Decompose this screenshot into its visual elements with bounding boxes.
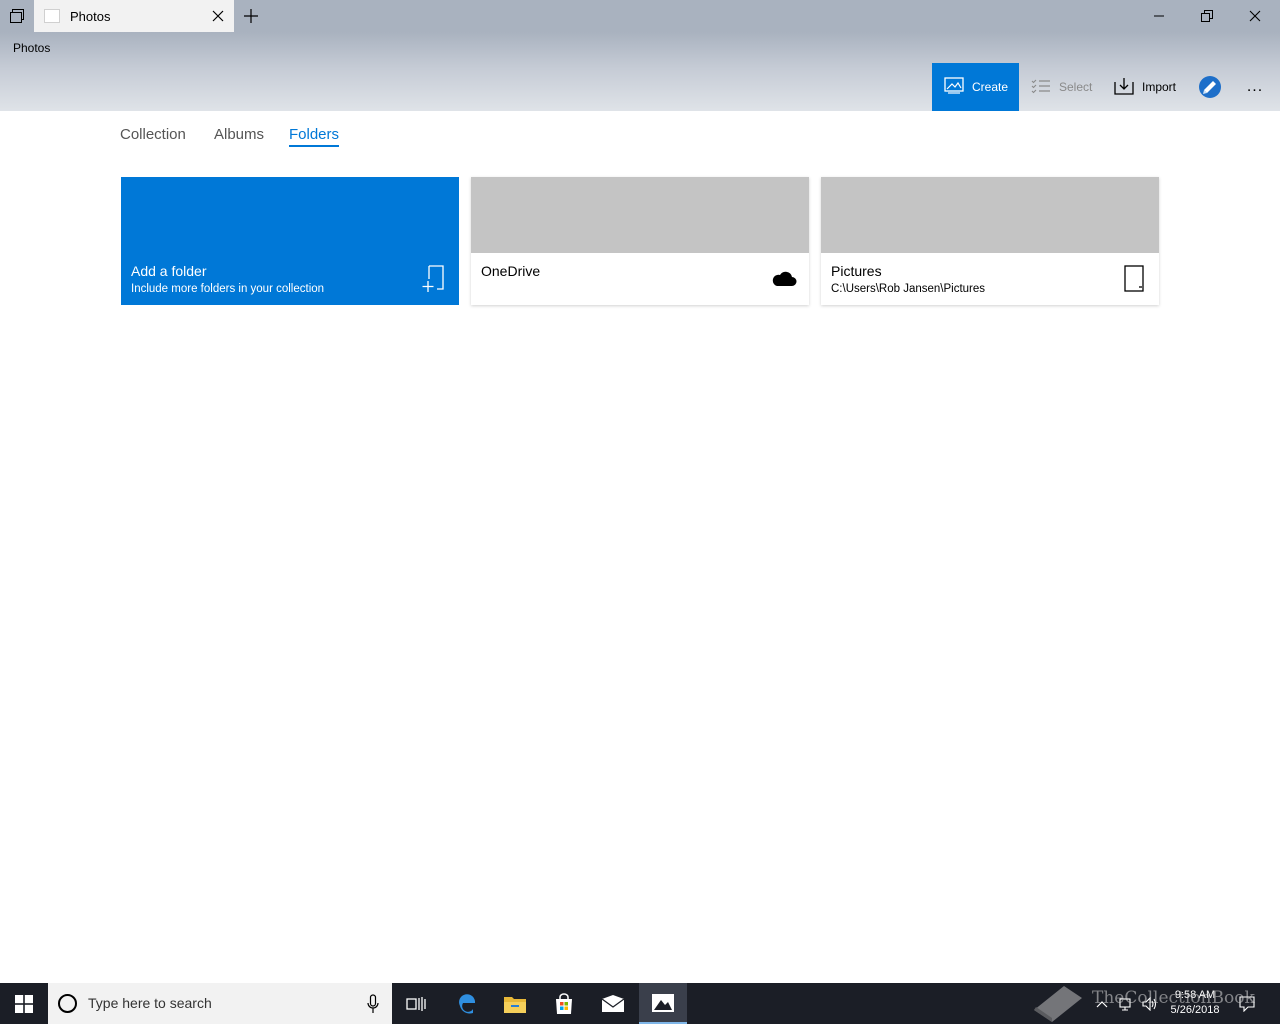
import-icon — [1114, 77, 1134, 98]
folder-thumbnail — [821, 177, 1159, 253]
import-label: Import — [1142, 80, 1177, 94]
store-icon[interactable] — [540, 983, 588, 1024]
select-list-icon — [1031, 78, 1051, 97]
taskbar-clock[interactable]: 9:58 AM 5/26/2018 — [1160, 988, 1230, 1018]
tab-folders[interactable]: Folders — [289, 126, 340, 147]
restore-button[interactable] — [1184, 0, 1230, 32]
folder-title: Pictures — [831, 263, 882, 279]
volume-icon[interactable] — [1140, 983, 1160, 1024]
task-view-icon[interactable] — [392, 983, 440, 1024]
tab-switcher-icon[interactable] — [0, 0, 34, 32]
file-explorer-icon[interactable] — [491, 983, 539, 1024]
folder-tile-onedrive[interactable]: OneDrive — [471, 177, 809, 305]
show-hidden-icons-chevron-icon[interactable] — [1094, 983, 1110, 1024]
cortana-icon[interactable] — [58, 994, 77, 1013]
action-center-icon[interactable] — [1236, 983, 1258, 1024]
folder-tile-pictures[interactable]: Pictures C:\Users\Rob Jansen\Pictures — [821, 177, 1159, 305]
create-button[interactable]: Create — [932, 63, 1019, 111]
photos-taskbar-icon[interactable] — [639, 983, 687, 1024]
create-label: Create — [972, 80, 1009, 94]
add-folder-tile[interactable]: Add a folder Include more folders in you… — [121, 177, 459, 305]
more-options-button[interactable]: ... — [1240, 63, 1270, 111]
cloud-icon — [771, 265, 797, 293]
close-tab-icon[interactable] — [208, 6, 228, 26]
clock-time: 9:58 AM — [1174, 989, 1216, 1001]
edge-icon[interactable] — [443, 983, 491, 1024]
mail-icon[interactable] — [589, 983, 637, 1024]
taskbar-search[interactable]: Type here to search — [48, 983, 392, 1024]
app-title: Photos — [13, 41, 51, 55]
new-tab-icon[interactable] — [240, 5, 262, 27]
title-bar: Photos — [0, 0, 1280, 32]
network-icon[interactable] — [1116, 983, 1136, 1024]
tab-title: Photos — [70, 8, 111, 24]
select-button[interactable]: Select — [1031, 63, 1092, 111]
account-avatar-icon[interactable] — [1198, 63, 1224, 111]
microphone-icon[interactable] — [366, 994, 380, 1014]
add-folder-icon — [421, 265, 447, 293]
select-label: Select — [1059, 80, 1093, 94]
photos-tab-icon — [44, 9, 60, 23]
folder-title: OneDrive — [481, 263, 541, 279]
import-button[interactable]: Import — [1114, 63, 1176, 111]
add-folder-title: Add a folder — [131, 263, 207, 279]
close-window-button[interactable] — [1232, 0, 1278, 32]
taskbar: Type here to search 9:58 AM 5/26/2018 — [0, 983, 1280, 1024]
tab-photos[interactable]: Photos — [34, 0, 234, 32]
device-folder-icon — [1121, 265, 1147, 293]
start-button[interactable] — [0, 983, 48, 1024]
tab-albums[interactable]: Albums — [214, 126, 264, 145]
create-icon — [944, 76, 964, 98]
folder-subtitle: C:\Users\Rob Jansen\Pictures — [831, 283, 986, 295]
search-placeholder: Type here to search — [88, 995, 212, 1011]
add-folder-subtitle: Include more folders in your collection — [131, 283, 325, 295]
app-header: Photos Create Select Import ... — [0, 32, 1280, 111]
folder-thumbnail — [471, 177, 809, 253]
clock-date: 5/26/2018 — [1170, 1004, 1220, 1016]
windows-logo-icon — [15, 994, 33, 1013]
tab-collection[interactable]: Collection — [120, 126, 186, 145]
minimize-button[interactable] — [1136, 0, 1182, 32]
